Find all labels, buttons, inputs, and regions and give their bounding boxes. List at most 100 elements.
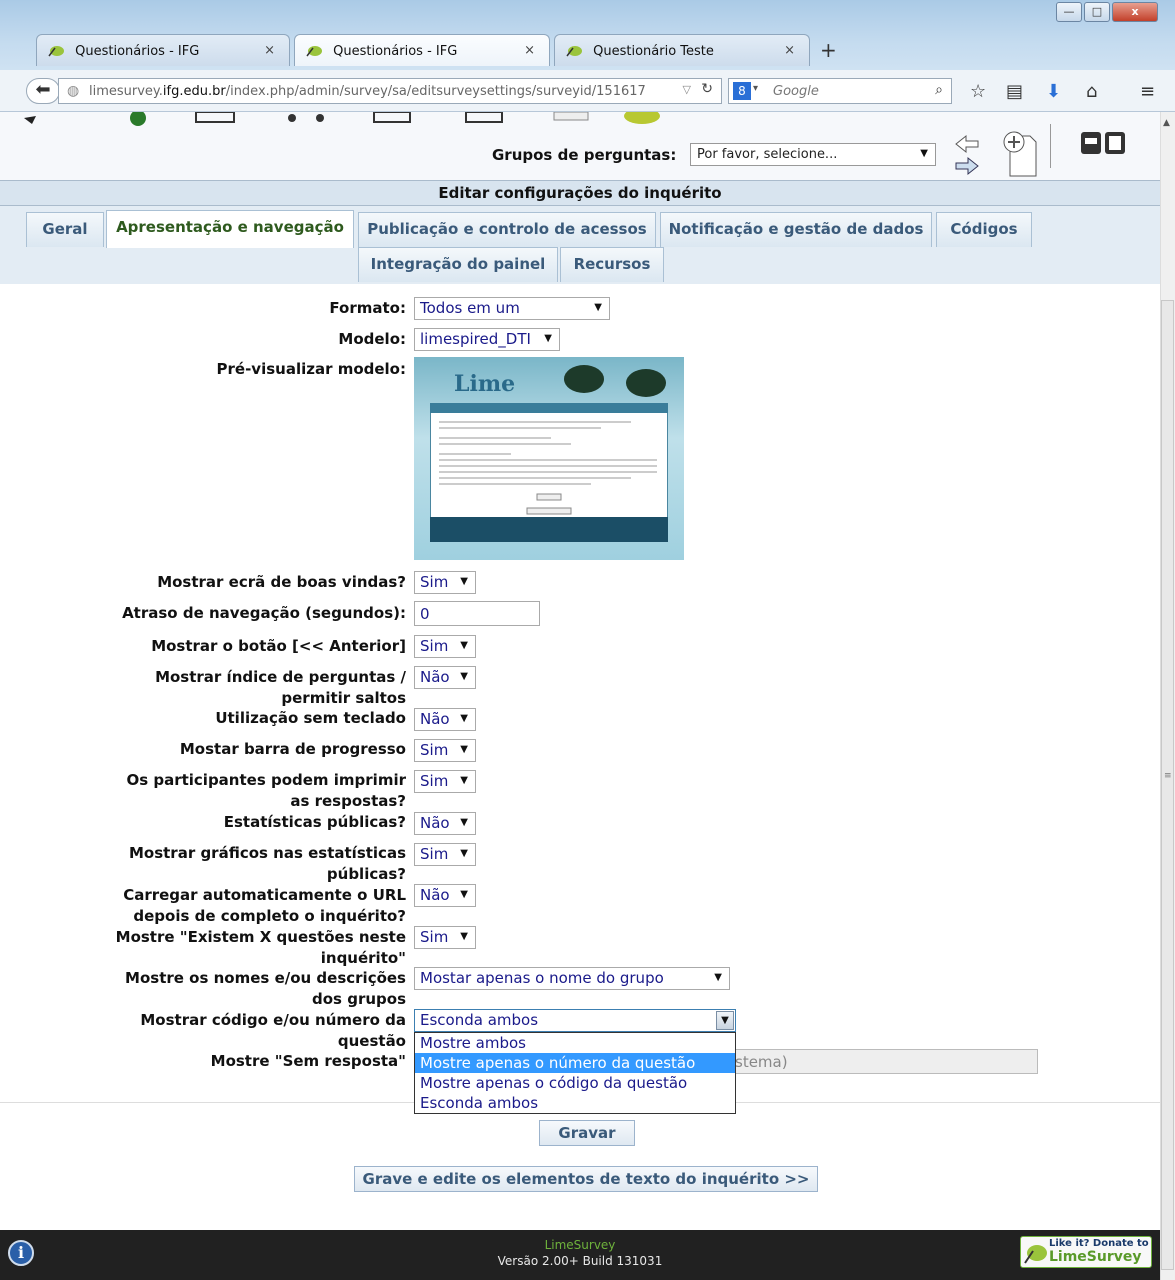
tab-title: Questionários - IFG [75,44,200,59]
tab-publication[interactable]: Publicação e controlo de acessos [358,212,656,247]
search-icon[interactable]: ⌕ [935,82,943,98]
nav-delay-input[interactable]: 0 [414,601,540,626]
format-select[interactable]: Todos em um ▼ [414,297,610,320]
url-host: ifg.edu.br [162,84,226,99]
tab-close-icon[interactable]: × [784,43,795,58]
info-icon[interactable]: i [8,1240,34,1266]
bookmark-star-icon[interactable]: ☆ [970,81,986,102]
preview-text-lines [439,421,657,515]
navigation-bar: ⬅ ◍ limesurvey.ifg.edu.br/index.php/admi… [0,70,1175,112]
x-questions-select[interactable]: Sim ▼ [414,926,476,949]
preview-footer [430,517,668,542]
limesurvey-logo-icon [1024,1245,1047,1264]
tab-notification[interactable]: Notificação e gestão de dados [660,212,932,247]
globe-icon: ◍ [67,83,80,99]
chevron-down-icon: ▼ [460,889,468,900]
grip-icon: ≡ [1164,771,1172,781]
template-select[interactable]: limespired_DTI ▼ [414,328,560,351]
welcome-select[interactable]: Sim ▼ [414,571,476,594]
tree-graphic [564,365,604,393]
browser-tab-3[interactable]: Questionário Teste × [554,34,810,66]
minimize-button[interactable]: — [1056,2,1082,22]
scrollbar-thumb[interactable]: ≡ [1161,300,1174,1270]
browser-tab-1[interactable]: Questionários - IFG × [36,34,290,66]
welcome-label: Mostrar ecrã de boas vindas? [157,573,406,591]
question-groups-select[interactable]: Por favor, selecione... ▼ [690,143,936,166]
chevron-down-icon: ▼ [594,302,602,313]
tab-general[interactable]: Geral [26,212,104,247]
tab-resources[interactable]: Recursos [560,247,664,282]
tab-close-icon[interactable]: × [264,43,275,58]
prev-button-select[interactable]: Sim ▼ [414,635,476,658]
download-icon[interactable]: ⬇ [1046,81,1061,102]
x-questions-label: Mostre "Existem X questões neste inquérit… [115,928,406,967]
close-window-button[interactable]: x [1112,2,1158,22]
dropdown-option-highlighted[interactable]: Mostre apenas o número da questão [415,1053,735,1073]
autoload-url-select[interactable]: Não ▼ [414,884,476,907]
search-box[interactable]: 8 ▾ Google ⌕ [728,78,952,104]
tab-tokens[interactable]: Códigos [936,212,1032,247]
question-groups-value: Por favor, selecione... [697,147,838,162]
template-value: limespired_DTI [420,330,531,348]
autoload-url-value: Não [420,886,450,904]
template-preview-image: Lime [414,357,684,560]
navigate-arrows-icon[interactable] [952,132,992,178]
dropdown-arrow-icon[interactable]: ▽ [683,83,691,96]
tab-close-icon[interactable]: × [524,43,535,58]
dropdown-option[interactable]: Mostre ambos [415,1033,735,1053]
toggle-view-icon[interactable] [1080,130,1128,158]
limesurvey-favicon-icon [305,43,323,57]
public-stats-select[interactable]: Não ▼ [414,812,476,835]
reload-icon[interactable]: ↻ [701,81,713,97]
print-answers-select[interactable]: Sim ▼ [414,770,476,793]
keyboardless-select[interactable]: Não ▼ [414,708,476,731]
chevron-down-icon[interactable]: ▾ [753,83,758,94]
question-index-label: Mostrar índice de perguntas / permitir sa… [155,668,406,707]
page-title: Editar configurações do inquérito [0,180,1160,206]
add-question-group-icon[interactable] [1000,130,1040,178]
chevron-down-icon: ▼ [460,931,468,942]
question-index-select[interactable]: Não ▼ [414,666,476,689]
group-names-label: Mostre os nomes e/ou descrições dos grupo… [125,969,406,1008]
public-charts-select[interactable]: Sim ▼ [414,843,476,866]
question-code-select[interactable]: Esconda ambos ▼ [414,1009,736,1032]
public-stats-value: Não [420,814,450,832]
tab-presentation[interactable]: Apresentação e navegação [106,210,354,248]
donate-button[interactable]: Like it? Donate to LimeSurvey [1020,1236,1152,1268]
print-answers-value: Sim [420,772,449,790]
dropdown-option[interactable]: Esconda ambos [415,1093,735,1113]
back-button[interactable]: ⬅ [26,78,60,104]
new-tab-button[interactable]: + [820,38,837,62]
browser-tab-2[interactable]: Questionários - IFG × [294,34,550,66]
group-names-select[interactable]: Mostar apenas o nome do grupo ▼ [414,967,730,990]
group-names-value: Mostar apenas o nome do grupo [420,969,664,987]
menu-icon[interactable]: ≡ [1140,81,1155,102]
maximize-button[interactable]: □ [1084,2,1110,22]
save-edit-text-button[interactable]: Grave e edite os elementos de texto do i… [354,1166,818,1192]
dropdown-option[interactable]: Mostre apenas o código da questão [415,1073,735,1093]
no-answer-field: stema) [732,1049,1038,1074]
chevron-down-icon: ▼ [460,640,468,651]
url-prefix: limesurvey. [89,84,163,99]
progress-bar-select[interactable]: Sim ▼ [414,739,476,762]
question-code-dropdown[interactable]: Mostre ambos Mostre apenas o número da q… [414,1032,736,1114]
tab-panel-integration[interactable]: Integração do painel [358,247,558,282]
public-charts-label: Mostrar gráficos nas estatísticas pública… [128,844,406,883]
home-icon[interactable]: ⌂ [1086,81,1097,102]
limesurvey-favicon-icon [47,43,65,57]
question-groups-label: Grupos de perguntas: [492,146,677,164]
nav-delay-label: Atraso de navegação (segundos): [122,604,406,622]
browser-titlebar: — □ x Questionários - IFG × Questionário… [0,0,1175,70]
chevron-down-icon: ▼ [460,671,468,682]
search-engine-icon[interactable]: 8 [733,82,751,100]
autoload-url-label: Carregar automaticamente o URL depois de … [123,886,406,925]
url-bar[interactable]: ◍ limesurvey.ifg.edu.br/index.php/admin/… [58,78,722,104]
save-button[interactable]: Gravar [539,1120,635,1146]
chevron-down-icon[interactable]: ▼ [716,1011,734,1030]
format-label: Formato: [329,299,406,317]
scroll-up-icon[interactable]: ▲ [1163,118,1170,128]
welcome-value: Sim [420,573,449,591]
bookmarks-list-icon[interactable]: ▤ [1006,81,1023,102]
chevron-down-icon: ▼ [460,576,468,587]
search-placeholder: Google [773,84,819,99]
